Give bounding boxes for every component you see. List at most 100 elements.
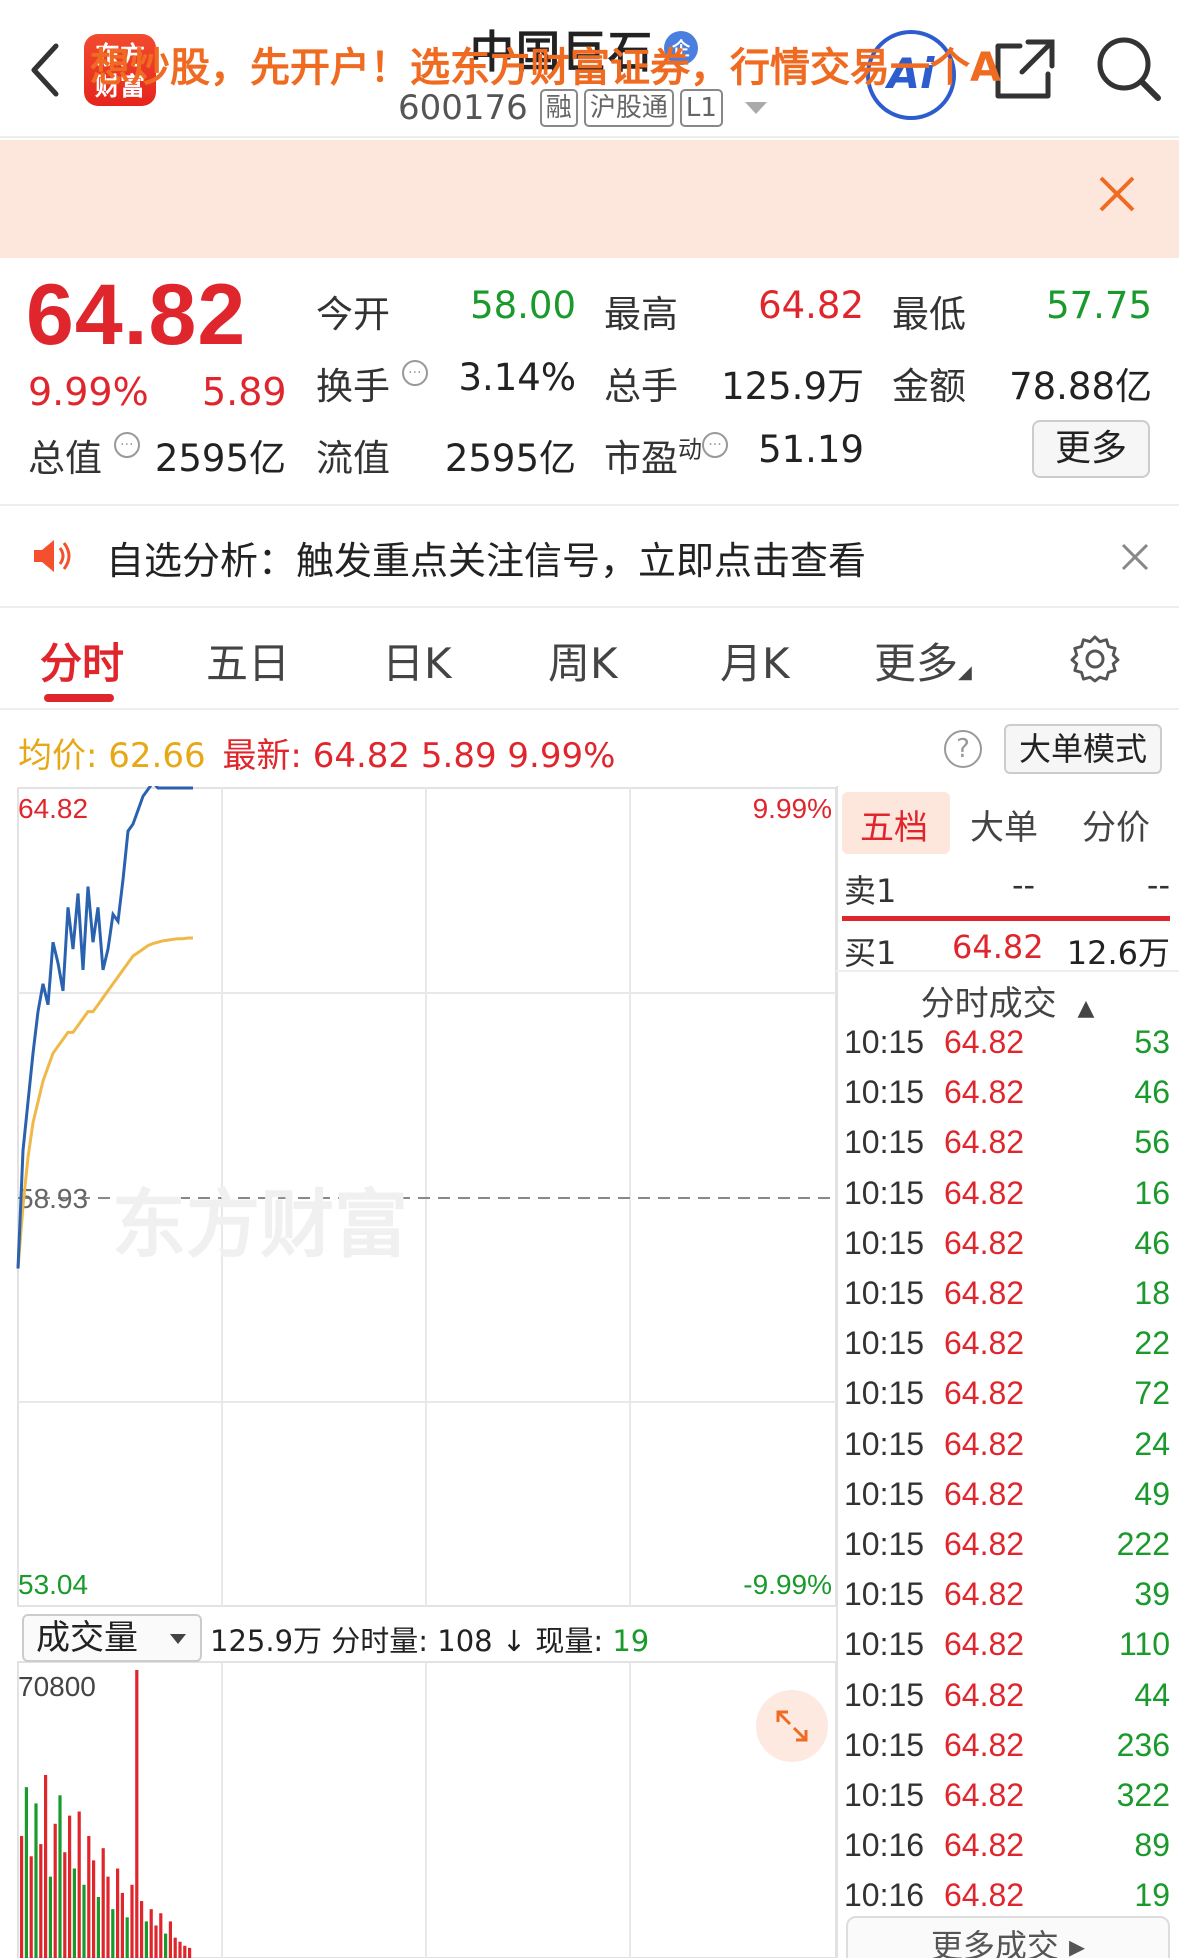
margin-tag: 融	[539, 89, 578, 127]
trade-vol: 46	[1134, 1224, 1170, 1261]
pct-axis-top-label: 9.99%	[753, 793, 832, 824]
volume-summary: 125.9万 分时量: 108 ↓ 现量: 19	[210, 1618, 649, 1660]
volume-bar	[44, 1774, 48, 1958]
trade-time: 10:15	[844, 1526, 925, 1562]
tab-price-dist[interactable]: 分价	[1082, 800, 1150, 849]
intraday-chart[interactable]: 东方财富 64.82 58.93 53.04 9.99% -9.99% 7080…	[0, 786, 836, 1958]
trade-row: 10:16 64.82 19	[844, 1877, 1170, 1917]
trade-price: 64.82	[944, 1475, 1025, 1512]
volume-bar	[58, 1795, 62, 1958]
volume-bar	[183, 1945, 187, 1958]
tab-level5[interactable]: 五档	[860, 800, 928, 849]
volume-bar	[178, 1941, 182, 1958]
buy1-row: 买1 64.82 12.6万	[844, 928, 1170, 972]
trade-time: 10:16	[844, 1827, 925, 1864]
close-icon[interactable]	[1095, 172, 1139, 216]
trade-vol: 22	[1134, 1325, 1170, 1362]
tab-intraday[interactable]: 分时	[40, 630, 124, 691]
trade-row: 10:15 64.82 53	[844, 1024, 1170, 1064]
trade-row: 10:15 64.82 236	[844, 1727, 1170, 1767]
volume-bar	[173, 1937, 177, 1958]
pe-label-text: 市盈	[604, 437, 678, 480]
search-icon[interactable]	[1094, 34, 1164, 104]
more-trades-button[interactable]: 更多成交 ▸	[846, 1916, 1170, 1958]
trade-row: 10:15 64.82 110	[844, 1626, 1170, 1666]
volume-max-label: 70800	[18, 1671, 96, 1702]
minute-volume-value: 108	[437, 1624, 493, 1658]
sell1-label: 卖1	[844, 872, 897, 910]
sell1-volume: --	[1146, 866, 1170, 904]
volume-bar	[63, 1852, 67, 1958]
trade-price: 64.82	[944, 1024, 1025, 1060]
trade-row: 10:15 64.82 49	[844, 1476, 1170, 1516]
trade-vol: 39	[1134, 1576, 1170, 1613]
volume-total: 125.9万	[210, 1624, 323, 1658]
big-order-mode-button[interactable]: 大单模式	[1004, 724, 1162, 774]
trade-time: 10:15	[844, 1777, 925, 1813]
price-summary: 均价: 62.66 最新: 64.82 5.89 9.99%	[18, 728, 615, 777]
trade-row: 10:15 64.82 18	[844, 1275, 1170, 1315]
trade-price: 64.82	[944, 1174, 1025, 1211]
settings-gear-icon[interactable]	[1070, 634, 1120, 684]
trade-time: 10:15	[844, 1576, 925, 1613]
info-icon[interactable]: ···	[401, 360, 428, 386]
latest-price: 64.82	[312, 736, 411, 776]
trade-time: 10:15	[844, 1275, 925, 1311]
promo-banner[interactable]	[0, 140, 1179, 258]
trade-row: 10:15 64.82 72	[844, 1375, 1170, 1415]
tab-monthly-k[interactable]: 月K	[720, 630, 790, 691]
trade-time: 10:15	[844, 1224, 925, 1261]
current-volume-value: 19	[612, 1624, 650, 1658]
more-quote-button[interactable]: 更多	[1032, 420, 1150, 478]
close-icon[interactable]	[1118, 540, 1152, 574]
tab-five-day[interactable]: 五日	[206, 630, 290, 691]
turnover-label: 换手 ···	[316, 356, 428, 410]
sell1-price: --	[1012, 866, 1036, 904]
latest-percent: 9.99%	[507, 736, 616, 776]
buy1-price: 64.82	[952, 928, 1044, 966]
volume-bar	[29, 1856, 33, 1958]
tab-more[interactable]: 更多◢	[874, 630, 972, 691]
volume-value: 125.9万	[721, 365, 864, 408]
volume-bar	[48, 1876, 52, 1958]
tab-more-label: 更多	[874, 639, 959, 688]
trade-time: 10:15	[844, 1024, 925, 1060]
trade-vol: 72	[1134, 1375, 1170, 1412]
chevron-down-icon[interactable]	[170, 1634, 186, 1644]
volume-bar	[82, 1884, 86, 1958]
trade-vol: 24	[1134, 1425, 1170, 1462]
orderbook-divider	[836, 786, 838, 1958]
speaker-icon	[34, 540, 71, 572]
volume-bar	[101, 1848, 105, 1958]
tab-big-orders[interactable]: 大单	[970, 800, 1038, 849]
change-percent: 9.99%	[28, 370, 149, 414]
stock-subtitle[interactable]: 600176 融 沪股通 L1	[398, 88, 767, 128]
notice-text[interactable]: 自选分析：触发重点关注信号，立即点击查看	[106, 530, 866, 585]
turnover-label-text: 换手	[316, 365, 390, 408]
info-icon[interactable]: ···	[113, 432, 140, 458]
help-icon[interactable]: ?	[944, 730, 982, 768]
tab-weekly-k[interactable]: 周K	[548, 630, 618, 691]
chevron-down-icon[interactable]	[744, 102, 767, 114]
volume-bar	[111, 1909, 115, 1958]
volume-bar	[135, 1670, 139, 1958]
trade-time: 10:15	[844, 1626, 925, 1663]
back-arrow-icon[interactable]	[26, 40, 66, 100]
trade-vol: 236	[1116, 1726, 1170, 1763]
trade-price: 64.82	[944, 1275, 1025, 1311]
low-value: 57.75	[1046, 284, 1152, 327]
info-icon[interactable]: ···	[702, 432, 728, 458]
trades-header[interactable]: 分时成交 ▲	[836, 976, 1179, 1025]
volume-bar	[149, 1909, 153, 1958]
amount-label: 金额	[892, 365, 966, 408]
volume-bar	[39, 1844, 43, 1958]
expand-icon[interactable]	[756, 1690, 828, 1762]
trade-row: 10:16 64.82 89	[844, 1827, 1170, 1867]
down-arrow-icon: ↓	[501, 1624, 527, 1658]
trade-price: 64.82	[944, 1375, 1025, 1412]
change-amount: 5.89	[202, 370, 287, 414]
promo-text[interactable]: 想炒股，先开户！选东方财富证券，行情交易一个A	[90, 35, 1055, 93]
volume-bar	[34, 1803, 38, 1958]
volume-bar	[68, 1815, 72, 1958]
tab-daily-k[interactable]: 日K	[382, 630, 452, 691]
